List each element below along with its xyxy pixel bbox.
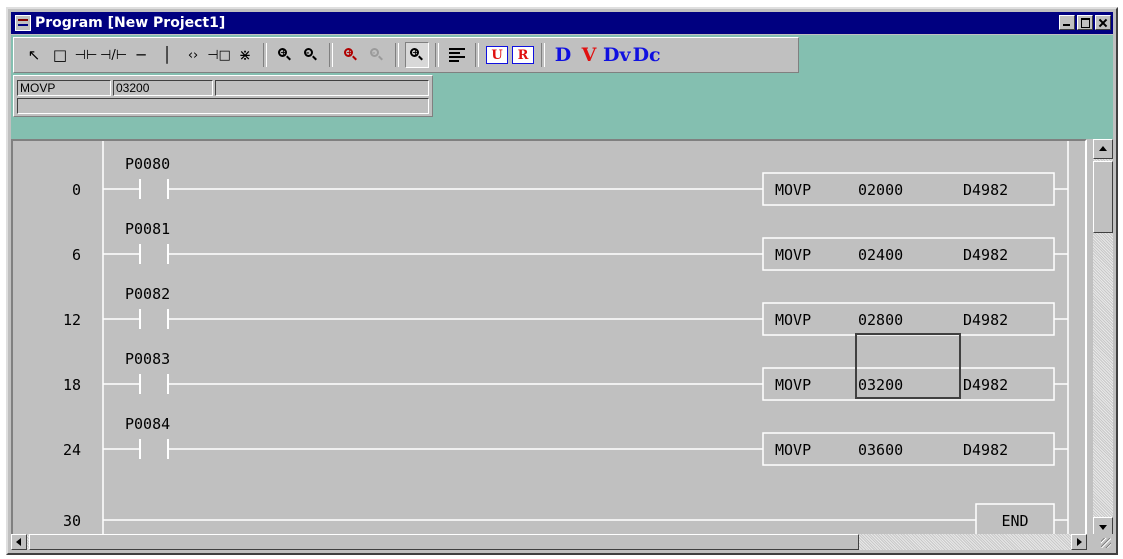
close-button[interactable] — [1095, 15, 1111, 30]
function-box-icon[interactable]: ⊣□ — [207, 42, 231, 68]
contact-label: P0084 — [125, 415, 170, 433]
destination-operand: D4982 — [963, 181, 1008, 199]
minimize-button[interactable] — [1059, 15, 1075, 30]
step-number: 0 — [72, 181, 81, 199]
source-operand: 02800 — [858, 311, 903, 329]
scroll-up-button[interactable] — [1093, 139, 1113, 159]
program-app-icon[interactable] — [15, 15, 31, 31]
select-tool-icon[interactable]: ↖ — [22, 42, 46, 68]
toolbar-separator — [435, 43, 440, 67]
device-variable-view-icon[interactable]: Dv — [603, 42, 631, 68]
ladder-toolbar: ↖ □ ⊣⊢ ⊣/⊢ ─ │ ‹› ⊣□ ⋇ + - + - + U R D V… — [13, 37, 799, 73]
step-number: 6 — [72, 246, 81, 264]
toolbar-area: ↖ □ ⊣⊢ ⊣/⊢ ─ │ ‹› ⊣□ ⋇ + - + - + U R D V… — [11, 35, 1113, 139]
vertical-scroll-thumb[interactable] — [1093, 161, 1113, 233]
reverse-view-icon[interactable]: R — [511, 42, 535, 68]
ladder-editor[interactable]: 0 P0080 MOVP 02000 D4982 6 P0081 MOVP 02400 D4982… — [11, 139, 1087, 537]
horizontal-line-icon[interactable]: ─ — [129, 42, 153, 68]
toolbar-separator — [395, 43, 400, 67]
ladder-diagram: 0 P0080 MOVP 02000 D4982 6 P0081 MOVP 02400 D4982… — [63, 141, 1069, 535]
operand1-field[interactable]: 03200 — [113, 80, 213, 96]
window-title: Program [New Project1] — [35, 15, 226, 31]
instruction-name: MOVP — [775, 181, 811, 199]
instruction-name: MOVP — [775, 311, 811, 329]
instruction-field[interactable]: MOVP — [17, 80, 111, 96]
horizontal-scrollbar[interactable] — [11, 534, 1087, 550]
coil-icon[interactable]: ‹› — [181, 42, 205, 68]
contact-label: P0083 — [125, 350, 170, 368]
toolbar-separator — [329, 43, 334, 67]
variable-view-icon[interactable]: V — [577, 42, 601, 68]
source-operand: 02000 — [858, 181, 903, 199]
zoom-fit-icon[interactable]: + — [405, 42, 430, 68]
caption-buttons — [1057, 15, 1111, 30]
horizontal-scroll-thumb[interactable] — [29, 534, 859, 550]
zoom-out-disabled-icon[interactable]: - — [365, 42, 389, 68]
command-box: MOVP 03200 — [13, 75, 433, 117]
special-icon[interactable]: ⋇ — [233, 42, 257, 68]
align-text-icon[interactable] — [445, 42, 469, 68]
destination-operand: D4982 — [963, 441, 1008, 459]
operand2-field[interactable] — [215, 80, 429, 96]
contact-label: P0082 — [125, 285, 170, 303]
comment-field[interactable] — [17, 98, 429, 114]
box-tool-icon[interactable]: □ — [48, 42, 72, 68]
resize-grip-icon[interactable] — [1093, 534, 1113, 550]
maximize-button[interactable] — [1077, 15, 1093, 30]
contact-label: P0081 — [125, 220, 170, 238]
toolbar-separator — [263, 43, 268, 67]
instruction-name: MOVP — [775, 376, 811, 394]
device-view-icon[interactable]: D — [551, 42, 575, 68]
toolbar-separator — [541, 43, 546, 67]
underline-view-icon[interactable]: U — [485, 42, 509, 68]
source-operand: 03600 — [858, 441, 903, 459]
instruction-name: MOVP — [775, 441, 811, 459]
toolbar-separator — [475, 43, 480, 67]
no-contact-icon[interactable]: ⊣⊢ — [74, 42, 98, 68]
destination-operand: D4982 — [963, 311, 1008, 329]
contact-label: P0080 — [125, 155, 170, 173]
device-comment-view-icon[interactable]: Dc — [633, 42, 661, 68]
scroll-left-button[interactable] — [11, 534, 27, 550]
zoom-out-icon[interactable]: - — [299, 42, 323, 68]
zoom-in-red-icon[interactable]: + — [339, 42, 363, 68]
nc-contact-icon[interactable]: ⊣/⊢ — [100, 42, 127, 68]
destination-operand: D4982 — [963, 376, 1008, 394]
vertical-scrollbar[interactable] — [1093, 139, 1113, 537]
instruction-name: END — [1001, 512, 1028, 530]
step-number: 30 — [63, 512, 81, 530]
instruction-name: MOVP — [775, 246, 811, 264]
destination-operand: D4982 — [963, 246, 1008, 264]
step-number: 18 — [63, 376, 81, 394]
program-window: Program [New Project1] ↖ □ ⊣⊢ ⊣/⊢ ─ │ ‹›… — [6, 7, 1118, 555]
source-operand: 02400 — [858, 246, 903, 264]
vertical-line-icon[interactable]: │ — [155, 42, 179, 68]
source-operand: 03200 — [858, 376, 903, 394]
step-number: 12 — [63, 311, 81, 329]
title-bar[interactable]: Program [New Project1] — [11, 12, 1113, 34]
scroll-right-button[interactable] — [1071, 534, 1087, 550]
zoom-in-icon[interactable]: + — [273, 42, 297, 68]
step-number: 24 — [63, 441, 81, 459]
